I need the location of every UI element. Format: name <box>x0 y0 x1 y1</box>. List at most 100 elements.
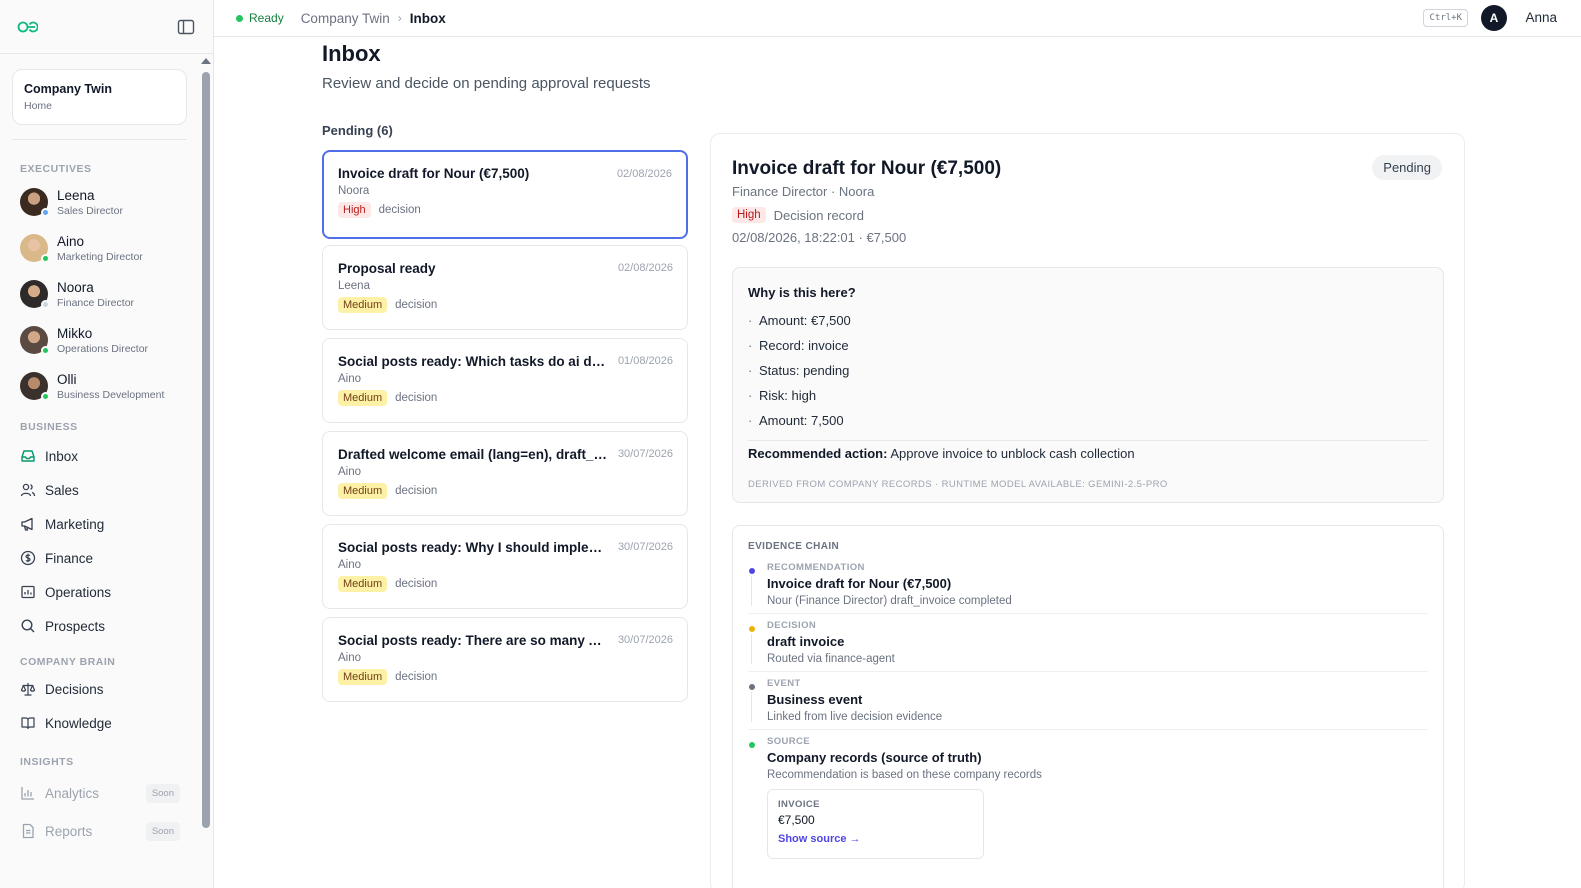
reason-item: Status: pending <box>748 358 1428 383</box>
status-dot <box>41 300 50 309</box>
user-avatar[interactable]: A <box>1481 5 1507 31</box>
users-icon <box>20 483 36 497</box>
chart-icon <box>21 585 35 599</box>
user-name[interactable]: Anna <box>1525 10 1557 25</box>
scroll-thumb[interactable] <box>201 72 210 828</box>
inbox-item-date: 30/07/2026 <box>617 634 673 646</box>
timeline-dot-icon <box>749 568 755 574</box>
scale-icon <box>20 683 36 696</box>
inbox-item-title: Proposal ready <box>338 261 436 276</box>
kind-label: decision <box>395 671 438 683</box>
avatar <box>20 234 50 263</box>
nav-label: Reports <box>45 823 93 839</box>
nav-analytics[interactable]: Analytics Soon <box>0 774 198 812</box>
bar-chart-icon <box>21 787 34 800</box>
nav-knowledge[interactable]: Knowledge <box>0 706 198 740</box>
inbox-icon <box>21 450 35 462</box>
inbox-item-from: Aino <box>338 373 362 385</box>
why-footer: DERIVED FROM COMPANY RECORDS · RUNTIME M… <box>748 479 1168 490</box>
nav-prospects[interactable]: Prospects <box>0 609 198 643</box>
nav-label: Finance <box>45 550 94 566</box>
inbox-item-date: 02/08/2026 <box>616 168 672 180</box>
priority-badge: Medium <box>338 669 388 685</box>
topbar: Ready Company Twin › Inbox Ctrl+K A Anna <box>214 0 1581 37</box>
inbox-item[interactable]: Invoice draft for Nour (€7,500) 02/08/20… <box>322 150 688 239</box>
inbox-item-from: Aino <box>338 466 362 478</box>
why-reasons: Amount: €7,500 Record: invoice Status: p… <box>748 308 1428 433</box>
home-card[interactable]: Company Twin Home <box>12 69 187 125</box>
evidence-heading: EVIDENCE CHAIN <box>748 541 840 552</box>
evidence-item-event: EVENT Business event Linked from live de… <box>748 671 1428 723</box>
detail-kind: Decision record <box>773 207 864 223</box>
evidence-chain: EVIDENCE CHAIN RECOMMENDATION Invoice dr… <box>732 525 1444 888</box>
sidebar-header <box>0 0 213 54</box>
source-type: INVOICE <box>778 799 820 810</box>
exec-role: Finance Director <box>57 296 135 309</box>
show-source-link[interactable]: Show source → <box>778 833 973 845</box>
evidence-item-recommendation: RECOMMENDATION Invoice draft for Nour (€… <box>748 562 1428 607</box>
why-card: Why is this here? Amount: €7,500 Record:… <box>732 267 1444 503</box>
nav-reports[interactable]: Reports Soon <box>0 812 198 850</box>
home-card-subtitle: Home <box>24 100 53 112</box>
nav-inbox[interactable]: Inbox <box>0 439 198 473</box>
timeline-line <box>751 576 752 606</box>
exec-name: Mikko <box>57 325 93 341</box>
nav-label: Sales <box>45 482 79 498</box>
avatar <box>20 280 50 309</box>
nav-finance[interactable]: Finance <box>0 541 198 575</box>
nav-marketing[interactable]: Marketing <box>0 507 198 541</box>
inbox-item-title: Drafted welcome email (lang=en), draft_i… <box>338 447 608 462</box>
exec-item-mikko[interactable]: Mikko Operations Director <box>0 317 198 363</box>
exec-role: Operations Director <box>57 342 149 355</box>
sidebar-scrollbar[interactable] <box>201 58 211 888</box>
sidebar-toggle-icon[interactable] <box>177 18 195 36</box>
exec-item-olli[interactable]: Olli Business Development <box>0 363 198 409</box>
exec-item-leena[interactable]: Leena Sales Director <box>0 179 198 225</box>
kind-label: decision <box>378 204 421 216</box>
recommended-label: Recommended action: <box>748 446 888 461</box>
detail-panel: Invoice draft for Nour (€7,500) Pending … <box>710 133 1465 888</box>
breadcrumb-company-twin[interactable]: Company Twin <box>301 11 390 26</box>
inbox-item[interactable]: Drafted welcome email (lang=en), draft_i… <box>322 431 688 516</box>
sidebar-content: Company Twin Home EXECUTIVES Leena Sales… <box>0 54 198 850</box>
source-value: €7,500 <box>778 813 815 827</box>
priority-badge: High <box>338 202 371 218</box>
status-dot <box>41 392 50 401</box>
nav-operations[interactable]: Operations <box>0 575 198 609</box>
pending-heading: Pending (6) <box>322 123 393 138</box>
nav-decisions[interactable]: Decisions <box>0 672 198 706</box>
exec-role: Sales Director <box>57 204 123 217</box>
evidence-item-source: SOURCE Company records (source of truth)… <box>748 729 1428 859</box>
page-subtitle: Review and decide on pending approval re… <box>322 75 651 92</box>
section-insights: INSIGHTS <box>20 756 74 768</box>
inbox-item[interactable]: Social posts ready: Which tasks do ai do… <box>322 338 688 423</box>
status-indicator-icon <box>236 14 243 22</box>
inbox-item[interactable]: Social posts ready: There are so many AI… <box>322 617 688 702</box>
soon-badge: Soon <box>145 821 180 841</box>
inbox-item[interactable]: Social posts ready: Why I should impleme… <box>322 524 688 609</box>
evidence-title: draft invoice <box>767 634 845 649</box>
reason-item: Amount: €7,500 <box>748 308 1428 333</box>
evidence-title: Business event <box>767 692 863 707</box>
nav-sales[interactable]: Sales <box>0 473 198 507</box>
megaphone-icon <box>21 517 33 531</box>
inbox-item-title: Social posts ready: Which tasks do ai do… <box>338 354 608 369</box>
timeline-line <box>751 634 752 664</box>
exec-name: Noora <box>57 279 94 295</box>
scroll-up-icon[interactable] <box>201 58 211 64</box>
kind-label: decision <box>395 392 438 404</box>
sidebar: Company Twin Home EXECUTIVES Leena Sales… <box>0 0 214 888</box>
command-shortcut[interactable]: Ctrl+K <box>1423 9 1468 27</box>
priority-badge: High <box>732 207 766 223</box>
nav-label: Prospects <box>45 618 106 634</box>
inbox-item[interactable]: Proposal ready 02/08/2026 Leena Medium d… <box>322 245 688 330</box>
exec-item-aino[interactable]: Aino Marketing Director <box>0 225 198 271</box>
source-card: INVOICE €7,500 Show source → <box>767 789 984 859</box>
inbox-item-title: Social posts ready: There are so many AI… <box>338 633 608 648</box>
inbox-item-from: Noora <box>338 185 370 197</box>
recommended-text: Approve invoice to unblock cash collecti… <box>890 446 1135 461</box>
exec-item-noora[interactable]: Noora Finance Director <box>0 271 198 317</box>
evidence-desc: Routed via finance-agent <box>767 653 895 665</box>
exec-role: Business Development <box>57 388 165 401</box>
logo-icon[interactable] <box>16 16 38 38</box>
